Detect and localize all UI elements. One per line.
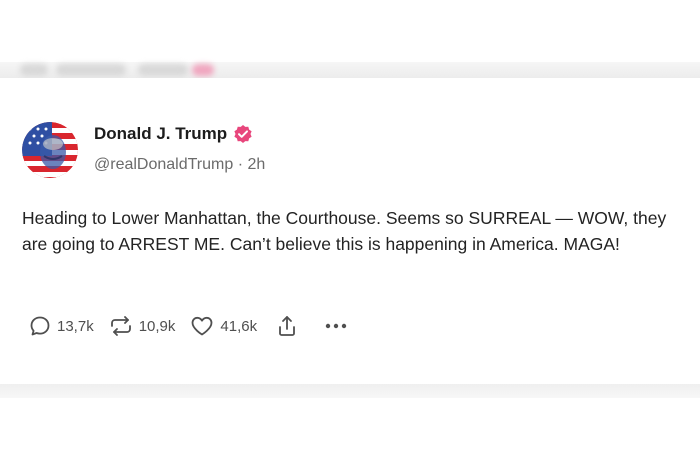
blurred-avatar-fragment [20, 64, 48, 76]
verified-badge-icon [233, 124, 253, 144]
share-button[interactable] [275, 314, 299, 338]
blurred-text-fragment [138, 64, 188, 76]
author-handle-row: @realDonaldTrump · 2h [94, 156, 265, 174]
blurred-text-fragment [56, 64, 126, 76]
separator-dot: · [237, 156, 248, 173]
more-dots-icon [323, 314, 349, 338]
author-display-name[interactable]: Donald J. Trump [94, 124, 227, 144]
share-upload-icon [275, 314, 299, 338]
more-options-button[interactable] [323, 314, 349, 338]
post-time[interactable]: 2h [248, 156, 266, 173]
post-card[interactable]: Donald J. Trump @realDonaldTrump · 2h He… [0, 78, 700, 384]
repost-arrows-icon [108, 314, 134, 338]
like-button[interactable]: 41,6k [189, 314, 257, 338]
heart-icon [189, 314, 215, 338]
reply-count: 13,7k [57, 317, 94, 335]
reply-button[interactable]: 13,7k [28, 314, 94, 338]
repost-button[interactable]: 10,9k [108, 314, 176, 338]
author-name-row: Donald J. Trump [94, 124, 253, 144]
post-actions-bar: 13,7k 10,9k 41,6k [28, 314, 363, 338]
post-body-text: Heading to Lower Manhattan, the Courthou… [22, 208, 667, 254]
screenshot-page: Donald J. Trump @realDonaldTrump · 2h He… [0, 0, 700, 464]
blurred-badge-fragment [192, 64, 214, 76]
repost-count: 10,9k [138, 317, 176, 335]
avatar[interactable] [22, 122, 78, 178]
author-handle[interactable]: @realDonaldTrump [94, 156, 233, 173]
like-count: 41,6k [220, 317, 258, 335]
next-post-blurred-edge [0, 384, 700, 398]
reply-bubble-icon [28, 314, 52, 338]
